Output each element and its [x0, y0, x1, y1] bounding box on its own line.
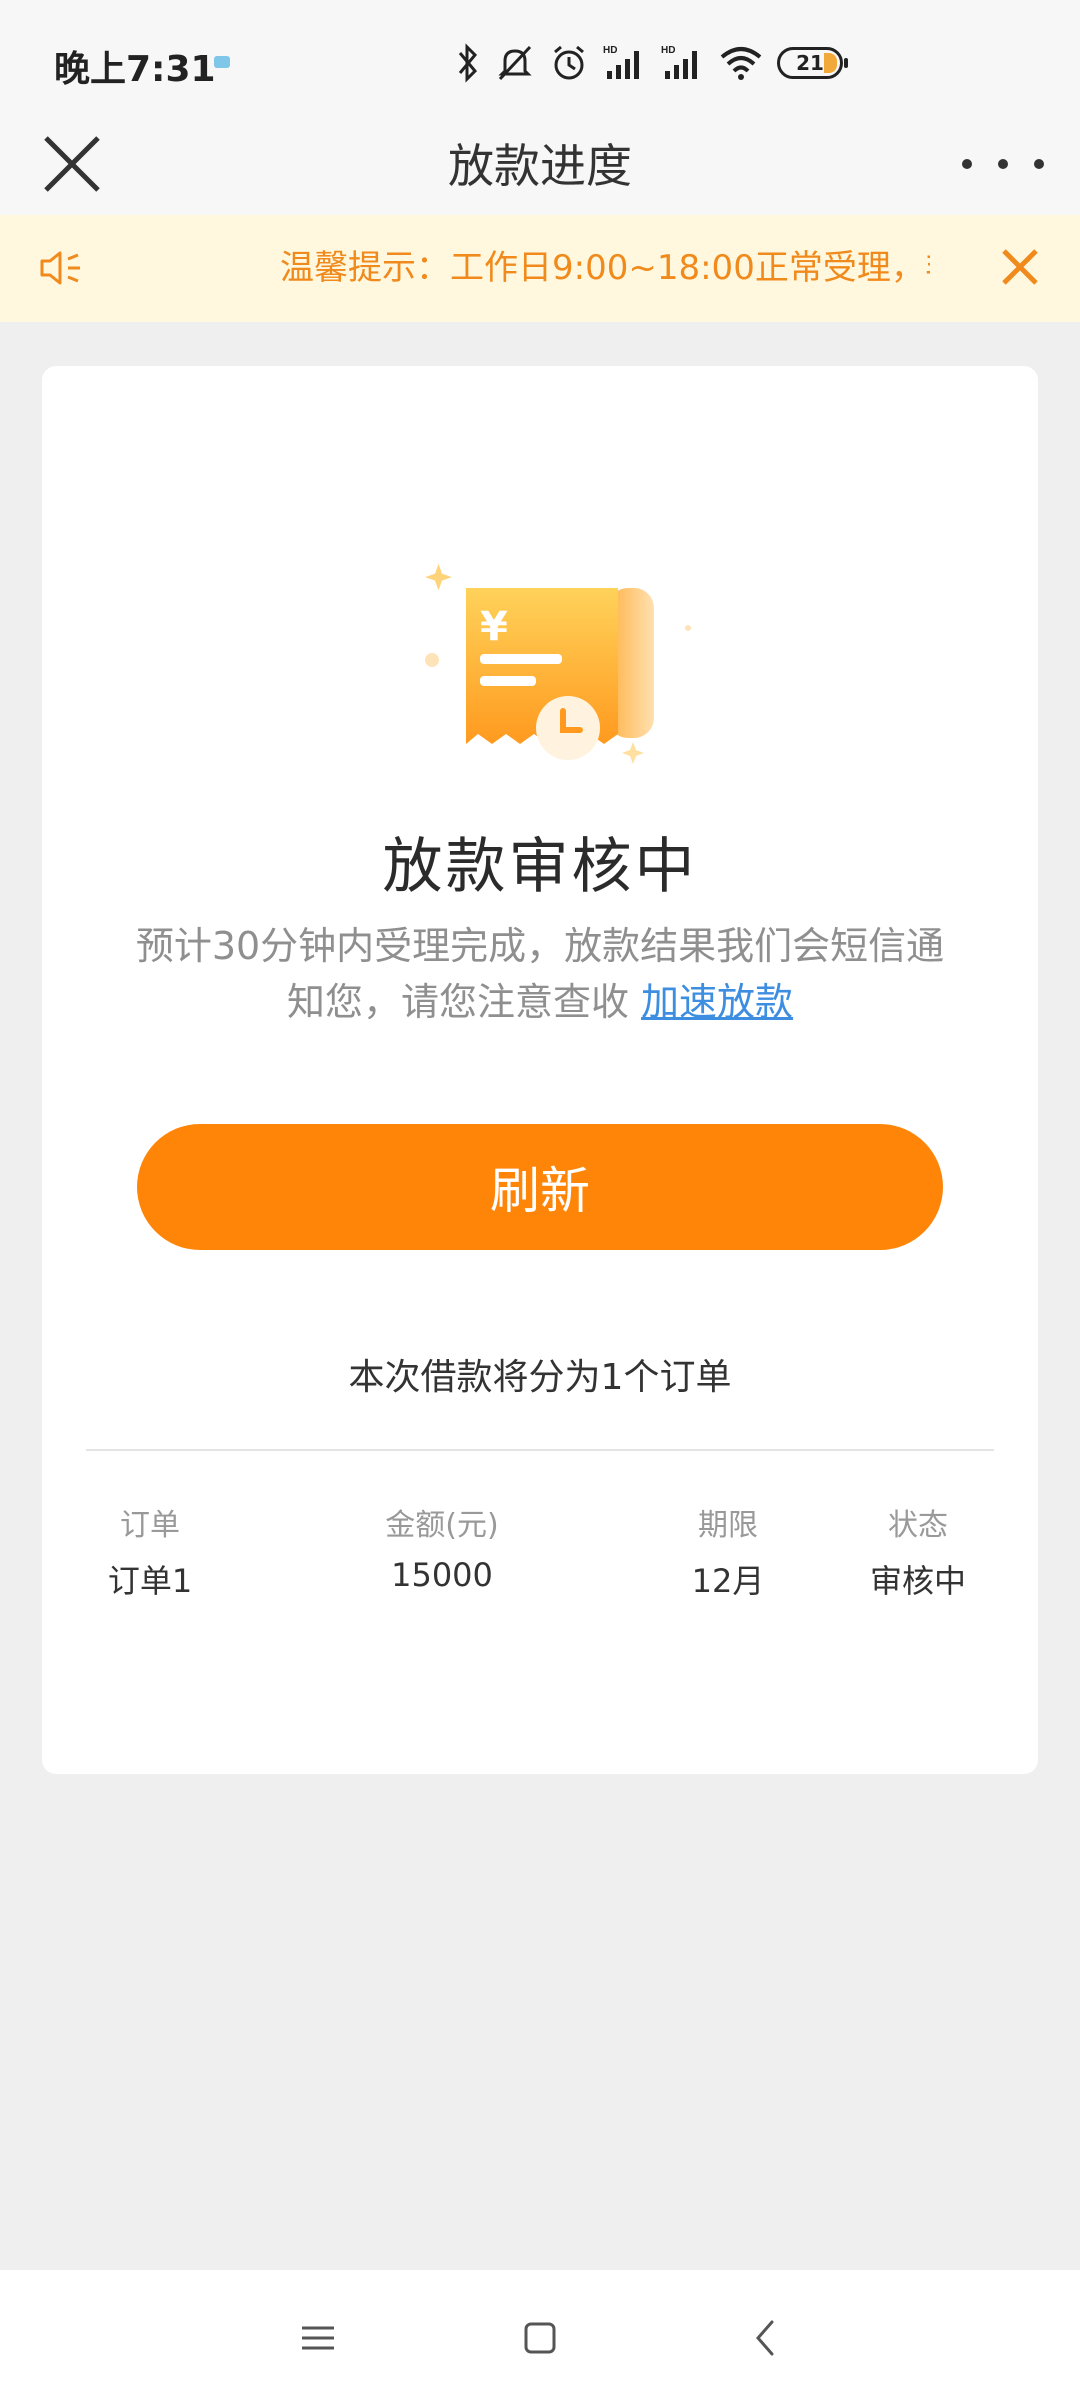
page-title: 放款进度 [448, 139, 632, 193]
svg-text:¥: ¥ [480, 604, 508, 650]
receipt-clock-illustration: ¥ [425, 563, 691, 764]
system-nav-bar [0, 2270, 1080, 2400]
signal-icon: HD [603, 45, 639, 79]
table-cell-status: 审核中 [869, 1562, 966, 1600]
order-count-text: 本次借款将分为1个订单 [348, 1357, 732, 1398]
svg-text:HD: HD [661, 45, 675, 56]
home-icon[interactable] [510, 2308, 570, 2368]
table-header-amount: 金额(元) [385, 1508, 499, 1543]
notice-bar: 温馨提示：工作日9:00~18:00正常受理，非 [0, 215, 1080, 322]
notice-text: 温馨提示：工作日9:00~18:00正常受理，非 [280, 248, 930, 288]
more-icon[interactable] [962, 128, 1044, 200]
status-bar: 晚上7:31 HD HD 21 [0, 0, 1080, 118]
divider [86, 1449, 994, 1451]
table-header-term: 期限 [698, 1508, 758, 1543]
app-header: 放款进度 [0, 118, 1080, 216]
alarm-icon [554, 45, 584, 80]
mute-icon [498, 45, 532, 81]
description-text: 预计30分钟内受理完成，放款结果我们会短信通知您，请您注意查收 [135, 924, 945, 1024]
notice-close-icon[interactable] [1000, 247, 1040, 287]
table-header-order: 订单 [120, 1508, 180, 1543]
notification-dot-icon [214, 56, 230, 68]
table-cell-term: 12月 [691, 1562, 765, 1600]
status-time: 晚上7:31 [54, 49, 216, 90]
review-status-title: 放款审核中 [382, 832, 698, 902]
wifi-icon [720, 47, 762, 80]
battery-level: 21 [796, 51, 824, 75]
battery-icon: 21 [777, 47, 848, 79]
table-cell-amount: 15000 [391, 1556, 493, 1594]
refresh-button[interactable]: 刷新 [137, 1124, 943, 1250]
table-header-status: 状态 [888, 1508, 948, 1543]
status-description: 预计30分钟内受理完成，放款结果我们会短信通知您，请您注意查收 加速放款 [128, 918, 952, 1030]
progress-card: ¥ 放款审核中 预计30分钟内受理完成，放款结果我们会短信通知您，请您注意查收 … [42, 366, 1038, 1774]
speed-up-link[interactable]: 加速放款 [641, 980, 793, 1024]
back-icon[interactable] [736, 2308, 796, 2368]
svg-text:HD: HD [603, 45, 617, 56]
speaker-icon [40, 251, 80, 285]
status-icons: HD HD 21 [455, 38, 848, 88]
menu-icon[interactable] [288, 2308, 348, 2368]
bluetooth-icon [458, 43, 478, 83]
table-cell-order: 订单1 [107, 1562, 193, 1600]
signal-icon: HD [661, 45, 697, 79]
